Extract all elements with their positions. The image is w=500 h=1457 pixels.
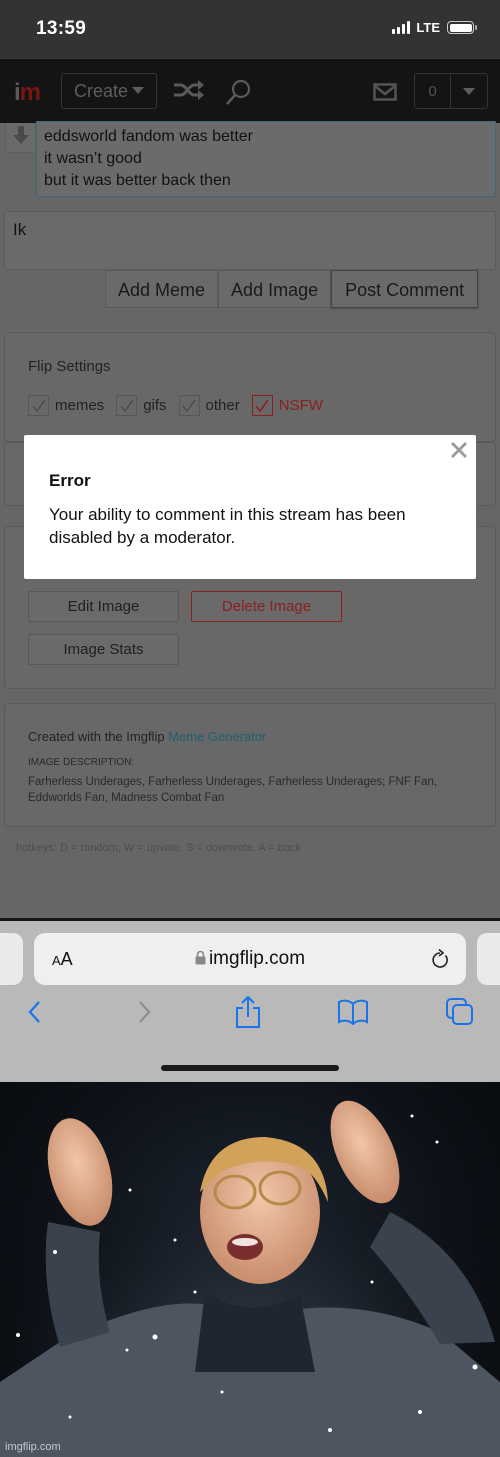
comment-line: but it was better back then [44, 172, 231, 189]
delete-image-button[interactable]: Delete Image [191, 591, 342, 622]
comment-actions: Add Meme Add Image Post Comment [105, 270, 479, 308]
checkbox-gifs[interactable] [116, 395, 138, 416]
clock: 13:59 [36, 18, 87, 39]
checkbox-memes[interactable] [28, 395, 49, 416]
previous-tab-preview[interactable] [0, 933, 23, 985]
add-image-button[interactable]: Add Image [218, 270, 332, 308]
comment-being-replied: eddsworld fandom was better it wasn’t go… [36, 121, 496, 197]
flip-option-label: memes [55, 397, 105, 414]
home-indicator [161, 1065, 339, 1071]
error-modal: Error Your ability to comment in this st… [24, 435, 476, 579]
shuffle-icon[interactable] [173, 79, 205, 106]
chevron-down-icon [463, 87, 475, 95]
address-bar[interactable]: AA imgflip.com [34, 933, 466, 985]
notification-count: 0 [415, 74, 451, 108]
back-icon[interactable] [25, 999, 45, 1030]
checkmark-icon [182, 399, 196, 412]
url-display[interactable]: imgflip.com [34, 948, 466, 970]
lock-icon [195, 950, 206, 965]
checkmark-icon [255, 399, 269, 412]
share-icon[interactable] [234, 995, 262, 1034]
hotkeys-hint: hotkeys: D = random, W = upvote, S = dow… [16, 842, 301, 854]
checkmark-icon [31, 399, 46, 412]
flip-option-nsfw[interactable]: NSFW [251, 395, 323, 416]
bookmarks-icon[interactable] [337, 999, 369, 1030]
flip-option-label: NSFW [278, 397, 323, 414]
reload-icon[interactable] [430, 948, 450, 975]
comment-line: eddsworld fandom was better [44, 128, 253, 145]
image-description-label: IMAGE DESCRIPTION: [28, 757, 135, 768]
mind-blown-man-illustration [0, 1082, 500, 1457]
flip-option-gifs[interactable]: gifs [116, 395, 167, 416]
url-text: imgflip.com [208, 948, 306, 969]
status-bar: 13:59 LTE [0, 0, 500, 58]
site-navbar: im Create 0 [0, 58, 500, 123]
modal-message: Your ability to comment in this stream h… [49, 505, 406, 547]
create-label: Create [74, 81, 129, 101]
close-icon[interactable] [448, 439, 470, 461]
meme-reaction-image: imgflip.com [0, 1082, 500, 1457]
status-icons: LTE [392, 20, 477, 35]
image-stats-button[interactable]: Image Stats [28, 634, 179, 665]
created-with-text: Created with the Imgflip Meme Generator [28, 729, 266, 744]
imgflip-logo[interactable]: im [14, 79, 41, 107]
flip-option-other[interactable]: other [178, 395, 240, 416]
created-prefix: Created with the Imgflip [28, 729, 169, 744]
meme-generator-link[interactable]: Meme Generator [168, 729, 266, 744]
checkbox-other[interactable] [178, 395, 200, 416]
network-type: LTE [416, 20, 440, 35]
battery-icon [447, 21, 477, 34]
safari-toolbar [0, 995, 500, 1035]
imgflip-watermark: imgflip.com [5, 1441, 61, 1453]
post-comment-button[interactable]: Post Comment [331, 270, 479, 308]
checkmark-icon [120, 399, 134, 412]
add-meme-button[interactable]: Add Meme [105, 270, 219, 308]
comment-line: it wasn’t good [44, 150, 142, 167]
flip-option-label: gifs [143, 397, 167, 414]
safari-bottom-bar: AA imgflip.com [0, 918, 500, 1082]
tabs-icon[interactable] [445, 997, 475, 1032]
caret-down-icon [132, 87, 145, 94]
mail-icon[interactable] [373, 83, 397, 106]
modal-title: Error [49, 471, 91, 490]
notifications-button[interactable]: 0 [414, 73, 488, 109]
search-icon[interactable] [225, 79, 253, 112]
flip-option-memes[interactable]: memes [28, 395, 104, 416]
comment-input[interactable]: Ik [4, 211, 496, 270]
edit-image-button[interactable]: Edit Image [28, 591, 179, 622]
image-info-panel: Created with the Imgflip Meme Generator … [4, 703, 496, 827]
flip-settings-title: Flip Settings [28, 358, 111, 375]
next-tab-preview[interactable] [477, 933, 500, 985]
flip-settings-panel: Flip Settings memes gifs other NSFW [4, 332, 496, 442]
downvote-button[interactable] [5, 123, 36, 153]
signal-icon [392, 21, 411, 34]
logo-m: m [19, 79, 41, 106]
checkbox-nsfw[interactable] [251, 395, 273, 416]
forward-icon[interactable] [134, 999, 154, 1030]
account-dropdown[interactable] [451, 74, 487, 108]
flip-option-label: other [205, 397, 240, 414]
image-description: Farherless Underages, Farherless Underag… [28, 776, 438, 804]
create-dropdown-button[interactable]: Create [61, 73, 157, 109]
flip-options: memes gifs other NSFW [28, 395, 335, 416]
arrow-down-icon [13, 126, 29, 144]
phone-screenshot: 13:59 LTE im Create 0 eddsworld fandom w… [0, 0, 500, 1082]
